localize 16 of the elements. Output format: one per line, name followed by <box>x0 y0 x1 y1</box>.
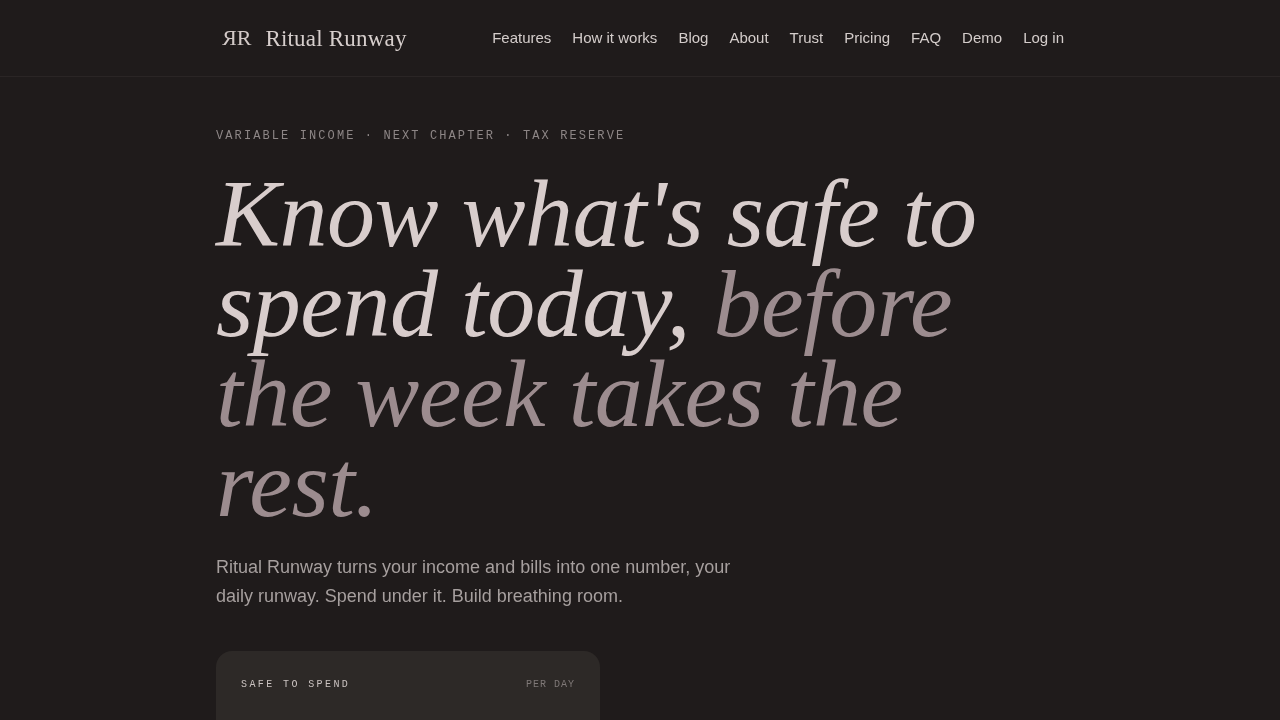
nav-link[interactable]: FAQ <box>911 26 942 50</box>
card-period: PER DAY <box>526 678 575 692</box>
logo-mark: RR <box>222 27 252 49</box>
nav-link[interactable]: Demo <box>962 26 1003 50</box>
nav-link[interactable]: Features <box>492 26 552 50</box>
eyebrow-text: VARIABLE INCOME · NEXT CHAPTER · TAX RESERVE <box>216 128 627 144</box>
hero-headline: Know what's safe to spend today, before the week takes the rest. <box>216 169 978 529</box>
nav-link[interactable]: Log in <box>1023 26 1064 50</box>
hero-description: Ritual Runway turns your income and bills into one number, your daily runway. Spend under it. Build breathing room. <box>216 556 732 608</box>
brand-name[interactable]: Ritual Runway <box>265 26 407 50</box>
card-label: SAFE TO SPEND <box>241 678 351 692</box>
nav-link[interactable]: Trust <box>789 26 824 50</box>
nav-link[interactable]: Blog <box>678 26 709 50</box>
nav-link[interactable]: How it works <box>572 26 658 50</box>
nav-link[interactable]: Pricing <box>844 26 891 50</box>
nav-link[interactable]: About <box>729 26 769 50</box>
